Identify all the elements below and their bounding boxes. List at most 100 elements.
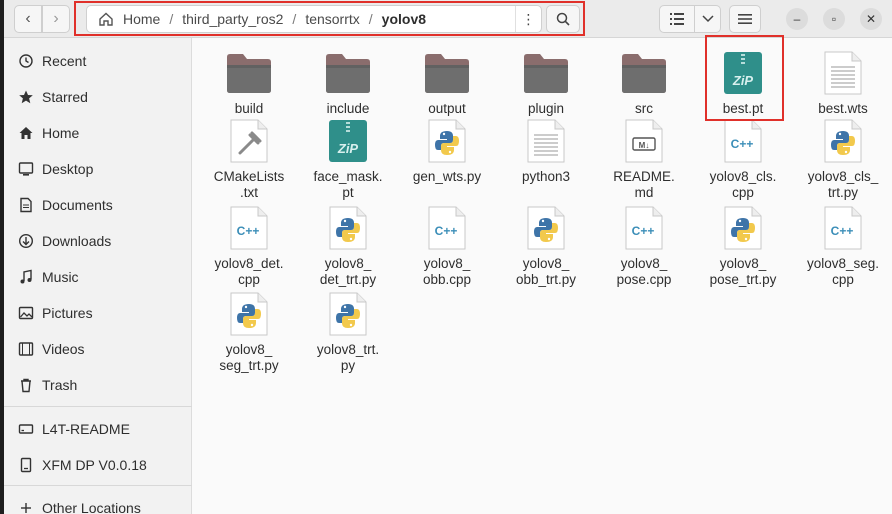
svg-text:C++: C++ <box>435 224 458 238</box>
sidebar-item-documents[interactable]: Documents <box>4 188 192 222</box>
sidebar-item-xfm-dp[interactable]: XFM DP V0.0.18 <box>4 448 192 482</box>
file-name-label: best.wts <box>818 101 868 116</box>
sidebar-item-label: Recent <box>42 53 87 69</box>
cpp-file-icon: C++ <box>719 117 767 165</box>
sidebar-item-recent[interactable]: Recent <box>4 44 192 78</box>
close-icon: ✕ <box>865 12 877 26</box>
clock-icon <box>16 51 36 71</box>
file-name-label: plugin <box>527 101 565 116</box>
file-item[interactable]: best.wts <box>795 49 891 117</box>
file-item[interactable]: ZiP face_mask. pt <box>300 117 396 201</box>
sidebar-item-label: Desktop <box>42 161 94 177</box>
sidebar-item-l4t-readme[interactable]: L4T-README <box>4 412 192 446</box>
file-item[interactable]: yolov8_cls_ trt.py <box>795 117 891 201</box>
cmake-file-icon <box>225 117 273 165</box>
drive-icon <box>16 455 36 475</box>
main-menu-button[interactable] <box>729 5 761 33</box>
music-icon <box>16 267 36 287</box>
file-item[interactable]: yolov8_ pose_trt.py <box>695 204 791 288</box>
file-item[interactable]: plugin <box>498 49 594 117</box>
star-icon <box>16 87 36 107</box>
sidebar-divider <box>4 406 192 407</box>
sidebar-item-label: Pictures <box>42 305 93 321</box>
folder-icon <box>324 49 372 97</box>
view-options-dropdown[interactable] <box>695 5 721 33</box>
file-name-label: yolov8_ det_trt.py <box>319 256 377 287</box>
sidebar-item-trash[interactable]: Trash <box>4 368 192 402</box>
sidebar-item-label: Documents <box>42 197 113 213</box>
desktop-icon <box>16 159 36 179</box>
sidebar-item-starred[interactable]: Starred <box>4 80 192 114</box>
sidebar-item-videos[interactable]: Videos <box>4 332 192 366</box>
file-item[interactable]: build <box>201 49 297 117</box>
file-name-label: README. md <box>613 169 675 200</box>
file-name-label: python3 <box>521 169 571 184</box>
file-item[interactable]: python3 <box>498 117 594 185</box>
python-file-icon <box>522 204 570 252</box>
file-name-label: yolov8_det. cpp <box>214 256 284 287</box>
file-name-label: output <box>428 101 466 116</box>
sidebar-item-downloads[interactable]: Downloads <box>4 224 192 258</box>
file-item[interactable]: gen_wts.py <box>399 117 495 185</box>
sidebar-item-home[interactable]: Home <box>4 116 192 150</box>
file-item[interactable]: C++ yolov8_ obb.cpp <box>399 204 495 288</box>
file-item[interactable]: src <box>596 49 692 117</box>
sidebar-item-label: Videos <box>42 341 85 357</box>
file-item[interactable]: yolov8_ obb_trt.py <box>498 204 594 288</box>
file-name-label: build <box>234 101 264 116</box>
minimize-icon: – <box>793 12 801 26</box>
forward-button[interactable]: › <box>42 5 70 33</box>
path-highlight-annotation <box>74 1 585 36</box>
file-item[interactable]: yolov8_trt. py <box>300 290 396 374</box>
sidebar-item-label: Downloads <box>42 233 112 249</box>
cpp-file-icon: C++ <box>819 204 867 252</box>
file-name-label: yolov8_trt. py <box>316 342 380 373</box>
chevron-right-icon: › <box>53 10 59 27</box>
python-file-icon <box>324 204 372 252</box>
view-toggle-button[interactable] <box>659 5 695 33</box>
back-button[interactable]: ‹ <box>14 5 42 33</box>
file-item[interactable]: C++ yolov8_cls. cpp <box>695 117 791 201</box>
svg-text:ZiP: ZiP <box>337 141 359 156</box>
file-name-label: yolov8_ obb_trt.py <box>515 256 577 287</box>
file-item[interactable]: C++ yolov8_seg. cpp <box>795 204 891 288</box>
sidebar-item-label: Trash <box>42 377 78 393</box>
minimize-button[interactable]: – <box>786 8 808 30</box>
file-item[interactable]: CMakeLists .txt <box>201 117 297 201</box>
maximize-icon: ▫ <box>831 12 837 26</box>
file-name-label: gen_wts.py <box>412 169 482 184</box>
zip-archive-icon: ZiP <box>324 117 372 165</box>
sidebar-item-label: Home <box>42 125 80 141</box>
close-button[interactable]: ✕ <box>860 8 882 30</box>
file-name-label: yolov8_ pose_trt.py <box>709 256 777 287</box>
file-item[interactable]: yolov8_ det_trt.py <box>300 204 396 288</box>
sidebar-item-pictures[interactable]: Pictures <box>4 296 192 330</box>
file-name-label: yolov8_cls. cpp <box>709 169 777 200</box>
file-item[interactable]: include <box>300 49 396 117</box>
file-name-label: CMakeLists .txt <box>213 169 285 200</box>
sidebar-item-other-locations[interactable]: Other Locations <box>4 491 192 514</box>
file-highlight-annotation <box>705 35 784 121</box>
file-item[interactable]: C++ yolov8_det. cpp <box>201 204 297 288</box>
plus-icon <box>16 498 36 514</box>
svg-text:C++: C++ <box>831 224 854 238</box>
hamburger-icon <box>738 14 752 24</box>
chevron-down-icon <box>701 15 714 23</box>
file-item[interactable]: yolov8_ seg_trt.py <box>201 290 297 374</box>
file-item[interactable]: C++ yolov8_ pose.cpp <box>596 204 692 288</box>
folder-icon <box>225 49 273 97</box>
cpp-file-icon: C++ <box>620 204 668 252</box>
sidebar-item-label: Other Locations <box>42 500 141 514</box>
maximize-button[interactable]: ▫ <box>823 8 845 30</box>
sidebar-item-label: Starred <box>42 89 88 105</box>
file-name-label: yolov8_ seg_trt.py <box>219 342 279 373</box>
file-item[interactable]: M↓ README. md <box>596 117 692 201</box>
cpp-file-icon: C++ <box>225 204 273 252</box>
video-icon <box>16 339 36 359</box>
python-file-icon <box>719 204 767 252</box>
sidebar-item-music[interactable]: Music <box>4 260 192 294</box>
file-manager-window: ‹ › Home / third_party_ros2 / tensorrtx … <box>0 0 892 514</box>
folder-icon <box>522 49 570 97</box>
file-item[interactable]: output <box>399 49 495 117</box>
sidebar-item-desktop[interactable]: Desktop <box>4 152 192 186</box>
